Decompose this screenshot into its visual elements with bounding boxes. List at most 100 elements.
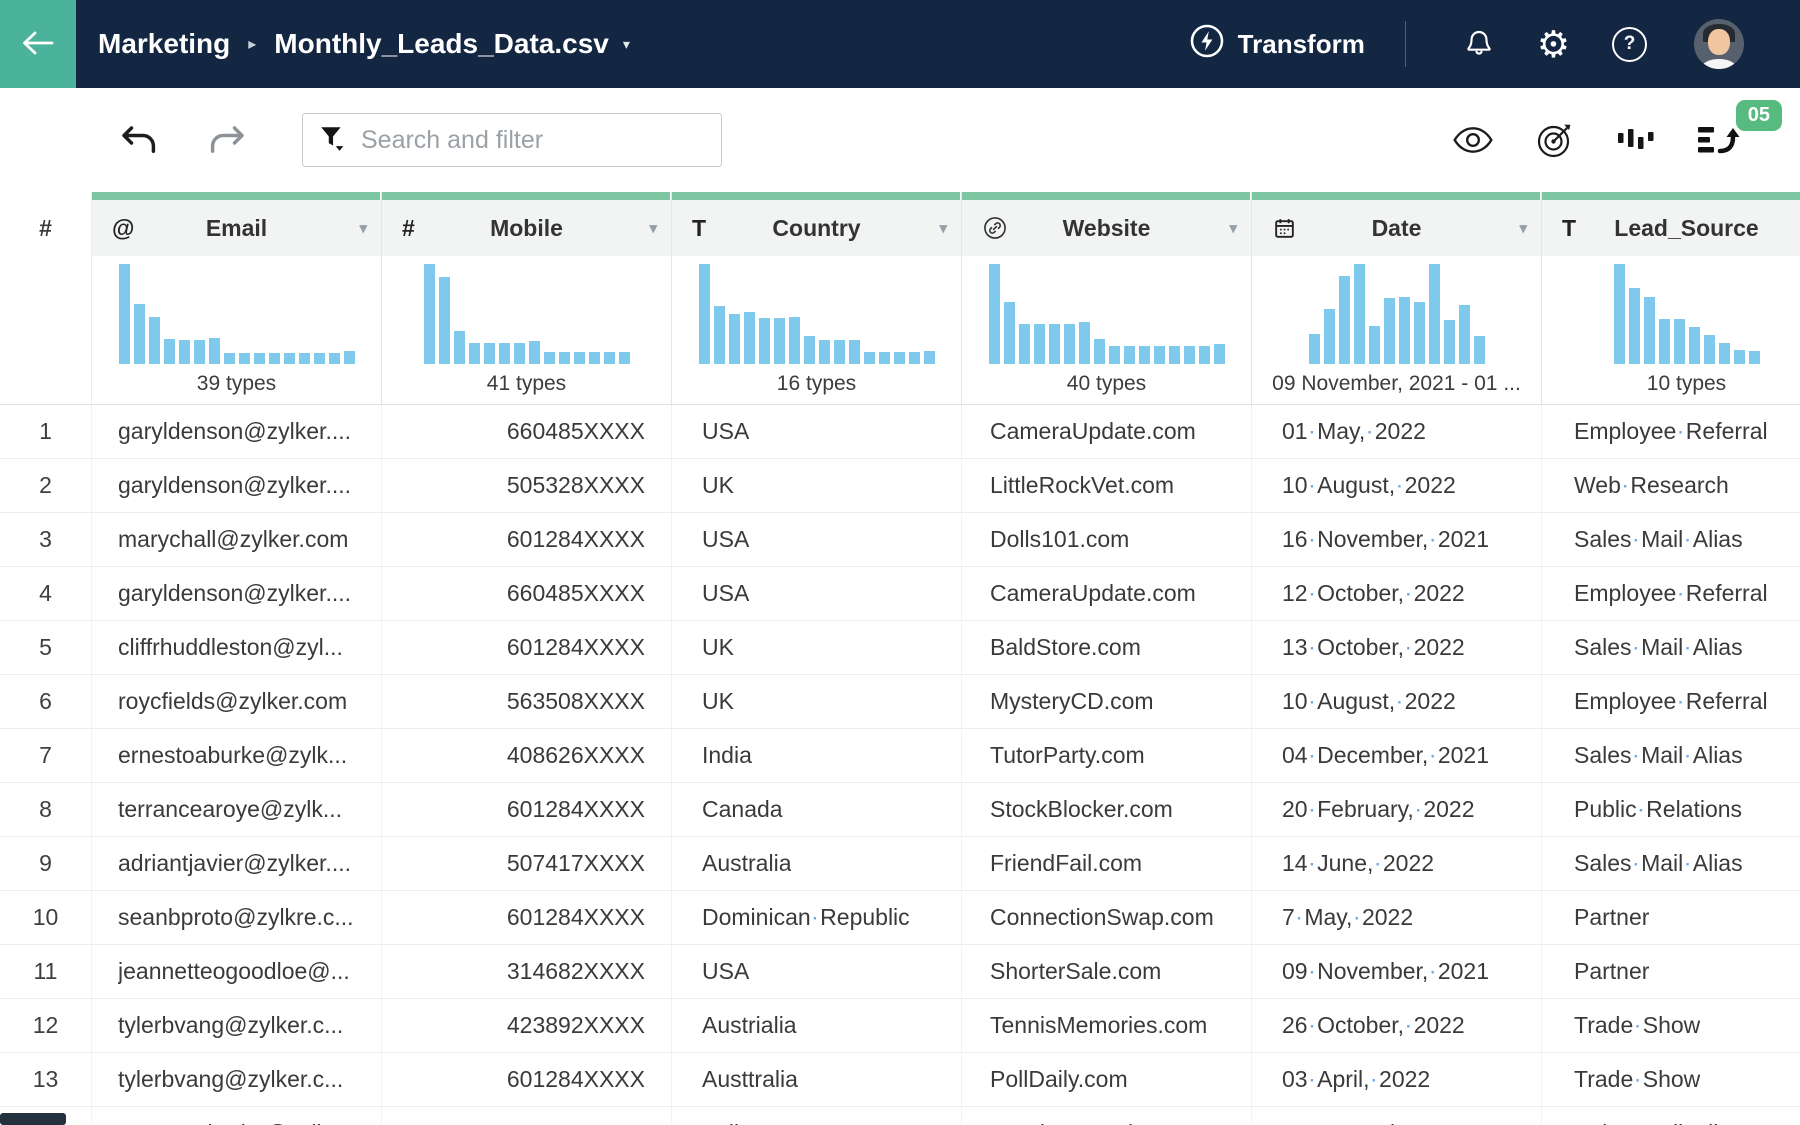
cell-email[interactable]: cliffrhuddleston@zyl... <box>92 621 382 674</box>
cell-website[interactable]: ShorterSale.com <box>962 945 1252 998</box>
column-header-mobile[interactable]: #Mobile▾41 types <box>382 192 672 404</box>
cell-date[interactable]: 7·May,·2022 <box>1252 891 1542 944</box>
cell-website[interactable]: PollDaily.com <box>962 1053 1252 1106</box>
cell-country[interactable]: UK <box>672 459 962 512</box>
cell-website[interactable]: LittleRockVet.com <box>962 459 1252 512</box>
preview-eye-icon[interactable] <box>1452 126 1494 154</box>
help-icon[interactable]: ? <box>1612 27 1647 62</box>
cell-lead[interactable]: Partner <box>1542 891 1800 944</box>
cell-mobile[interactable]: 601284XXXX <box>382 891 672 944</box>
cell-website[interactable]: CameraUpdate.com <box>962 567 1252 620</box>
cell-mobile[interactable]: 601284XXXX <box>382 783 672 836</box>
cell-date[interactable]: 10·August,·2022 <box>1252 675 1542 728</box>
column-header-email[interactable]: @Email▾39 types <box>92 192 382 404</box>
cell-email[interactable]: ernestoaburke@zylk... <box>92 729 382 782</box>
column-header-country[interactable]: TCountry▾16 types <box>672 192 962 404</box>
cell-country[interactable]: India <box>672 1107 962 1125</box>
cell-email[interactable]: seanbproto@zylkre.c... <box>92 891 382 944</box>
cell-lead[interactable]: Web·Research <box>1542 459 1800 512</box>
transform-button[interactable]: Transform <box>1189 23 1365 66</box>
search-input[interactable] <box>359 125 705 156</box>
cell-mobile[interactable]: 563508XXXX <box>382 675 672 728</box>
cell-email[interactable]: garyldenson@zylker.... <box>92 567 382 620</box>
cell-email[interactable]: jeannetteogoodloe@... <box>92 945 382 998</box>
cell-email[interactable]: garyldenson@zylker.... <box>92 459 382 512</box>
cell-mobile[interactable]: 423892XXXX <box>382 999 672 1052</box>
breadcrumb-workspace[interactable]: Marketing <box>98 28 230 60</box>
cell-country[interactable]: Dominican·Republic <box>672 891 962 944</box>
cell-mobile[interactable]: 408626XXXX <box>382 729 672 782</box>
applied-steps-icon[interactable]: 05 <box>1696 122 1740 158</box>
cell-lead[interactable]: Public·Relations <box>1542 783 1800 836</box>
cell-email[interactable]: marychall@zylker.com <box>92 513 382 566</box>
cell-website[interactable]: FriendFail.com <box>962 837 1252 890</box>
cell-website[interactable]: BaldStore.com <box>962 621 1252 674</box>
cell-website[interactable]: StockBlocker.com <box>962 783 1252 836</box>
cell-country[interactable]: Austtralia <box>672 1053 962 1106</box>
cell-country[interactable]: USA <box>672 405 962 458</box>
filename-dropdown-icon[interactable]: ▾ <box>623 36 630 53</box>
cell-website[interactable]: TutorParty.com <box>962 729 1252 782</box>
cell-email[interactable]: tylerbvang@zylker.c... <box>92 999 382 1052</box>
cell-country[interactable]: USA <box>672 513 962 566</box>
cell-website[interactable]: ConnectionSwap.com <box>962 891 1252 944</box>
cell-email[interactable]: tylerbvang@zylker.c... <box>92 1053 382 1106</box>
cell-lead[interactable]: Employee·Referral <box>1542 567 1800 620</box>
cell-lead[interactable]: Partner <box>1542 945 1800 998</box>
cell-email[interactable]: garyldenson@zylker.... <box>92 405 382 458</box>
cell-website[interactable]: MysteryCD.com <box>962 675 1252 728</box>
cell-lead[interactable]: Sales·Mail·Alias <box>1542 729 1800 782</box>
cell-mobile[interactable]: 601284XXXX <box>382 621 672 674</box>
breadcrumb-filename[interactable]: Monthly_Leads_Data.csv <box>274 28 609 60</box>
cell-email[interactable]: ernestoaburke@zylk... <box>92 1107 382 1125</box>
cell-lead[interactable]: Sales·Mail·Alias <box>1542 837 1800 890</box>
cell-country[interactable]: USA <box>672 945 962 998</box>
cell-mobile[interactable]: 660485XXXX <box>382 405 672 458</box>
user-avatar[interactable] <box>1694 19 1744 69</box>
cell-email[interactable]: roycfields@zylker.com <box>92 675 382 728</box>
cell-country[interactable]: Austrialia <box>672 999 962 1052</box>
column-histogram[interactable]: 09 November, 2021 - 01 ... <box>1252 256 1541 404</box>
column-histogram[interactable]: 10 types <box>1542 256 1800 404</box>
cell-website[interactable]: TennisMemori... <box>962 1107 1252 1125</box>
chevron-down-icon[interactable]: ▾ <box>1519 219 1527 237</box>
cell-country[interactable]: UK <box>672 675 962 728</box>
cell-date[interactable]: 26·October,·2022 <box>1252 999 1542 1052</box>
column-histogram[interactable]: 16 types <box>672 256 961 404</box>
cell-country[interactable]: Canada <box>672 783 962 836</box>
column-profile-icon[interactable] <box>1616 124 1654 156</box>
chevron-down-icon[interactable]: ▾ <box>1229 219 1237 237</box>
cell-date[interactable]: 09·November,·2021 <box>1252 945 1542 998</box>
column-header-date[interactable]: Date▾09 November, 2021 - 01 ... <box>1252 192 1542 404</box>
column-header-website[interactable]: Website▾40 types <box>962 192 1252 404</box>
cell-lead[interactable]: Trade·Show <box>1542 999 1800 1052</box>
horizontal-scrollbar-thumb[interactable] <box>0 1113 66 1125</box>
cell-lead[interactable]: Trade·Show <box>1542 1053 1800 1106</box>
cell-country[interactable]: USA <box>672 567 962 620</box>
cell-date[interactable]: 12·October,·2022 <box>1252 567 1542 620</box>
cell-lead[interactable]: Sales·Mail·Alias <box>1542 1107 1800 1125</box>
settings-gear-icon[interactable]: ⚙ <box>1537 26 1570 63</box>
cell-mobile[interactable]: 408626XXXX <box>382 1107 672 1125</box>
cell-mobile[interactable]: 314682XXXX <box>382 945 672 998</box>
column-header-lead_source[interactable]: TLead_Source10 types <box>1542 192 1800 404</box>
notifications-bell-icon[interactable] <box>1463 28 1495 60</box>
cell-date[interactable]: 20·February,·2022 <box>1252 783 1542 836</box>
cell-lead[interactable]: Employee·Referral <box>1542 405 1800 458</box>
cell-lead[interactable]: Sales·Mail·Alias <box>1542 621 1800 674</box>
cell-country[interactable]: UK <box>672 621 962 674</box>
redo-button[interactable] <box>206 123 248 157</box>
cell-mobile[interactable]: 505328XXXX <box>382 459 672 512</box>
chevron-down-icon[interactable]: ▾ <box>359 219 367 237</box>
chevron-down-icon[interactable]: ▾ <box>939 219 947 237</box>
column-histogram[interactable]: 40 types <box>962 256 1251 404</box>
cell-mobile[interactable]: 601284XXXX <box>382 513 672 566</box>
cell-date[interactable]: 13·October,·2022 <box>1252 621 1542 674</box>
cell-country[interactable]: India <box>672 729 962 782</box>
cell-website[interactable]: CameraUpdate.com <box>962 405 1252 458</box>
undo-button[interactable] <box>118 123 160 157</box>
cell-date[interactable]: 04·December,·2021 <box>1252 1107 1542 1125</box>
cell-country[interactable]: Australia <box>672 837 962 890</box>
cell-website[interactable]: TennisMemories.com <box>962 999 1252 1052</box>
cell-lead[interactable]: Employee·Referral <box>1542 675 1800 728</box>
